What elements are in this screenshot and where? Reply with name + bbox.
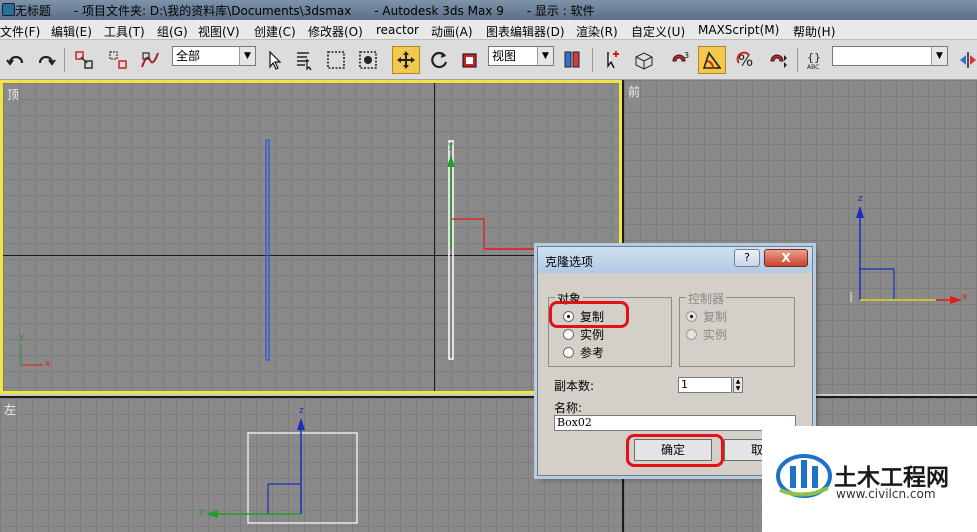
spinner-snap-toggle-icon[interactable]	[764, 46, 792, 74]
snap-toggle-3d-icon[interactable]: 3	[666, 46, 694, 74]
radio-instance[interactable]	[563, 328, 574, 340]
select-object-icon[interactable]	[260, 46, 288, 74]
menu-tools[interactable]: 工具(T)	[104, 23, 145, 40]
reference-coord-dropdown[interactable]: 视图 ▼	[488, 46, 554, 66]
select-and-move-icon[interactable]	[392, 46, 420, 74]
option-reference-label: 参考	[580, 345, 605, 360]
name-input[interactable]: Box02	[554, 415, 796, 431]
main-toolbar: 全部 ▼ 视图 ▼ 3 % {} ABC ▼	[0, 40, 977, 80]
undo-icon[interactable]	[2, 46, 30, 74]
menu-reactor[interactable]: reactor	[376, 23, 419, 37]
menu-modifiers[interactable]: 修改器(O)	[308, 23, 363, 40]
named-selection-dropdown[interactable]: ▼	[832, 46, 948, 66]
radio-ctrl-copy	[686, 310, 697, 322]
civilcn-logo-icon	[776, 454, 832, 498]
copies-spinner-field[interactable]: 1	[678, 377, 732, 393]
chevron-down-icon: ▼	[239, 47, 255, 65]
watermark-url: www.civilcn.com	[836, 487, 936, 501]
bind-to-space-warp-icon[interactable]	[136, 46, 164, 74]
option-instance[interactable]: 实例	[563, 326, 604, 342]
edit-named-selection-icon[interactable]: {} ABC	[802, 46, 830, 74]
select-and-scale-icon[interactable]	[456, 46, 484, 74]
highlight-copy-option	[549, 301, 629, 328]
redo-icon[interactable]	[32, 46, 60, 74]
top-viewport-scene	[20, 139, 551, 366]
menu-rendering[interactable]: 渲染(R)	[576, 23, 618, 40]
menu-file[interactable]: 文件(F)	[0, 23, 40, 40]
viewport-left[interactable]: 左 z y	[0, 396, 622, 532]
title-bar: 无标题 - 项目文件夹: D:\我的资料库\Documents\3dsmax -…	[0, 0, 977, 20]
svg-text:{}: {}	[807, 51, 821, 64]
toolbar-separator	[592, 48, 593, 72]
selection-filter-dropdown[interactable]: 全部 ▼	[172, 46, 256, 66]
select-and-link-icon[interactable]	[70, 46, 98, 74]
radio-ctrl-instance	[686, 328, 697, 340]
unlink-selection-icon[interactable]	[104, 46, 132, 74]
menu-help[interactable]: 帮助(H)	[793, 23, 835, 40]
gizmo-label-z: z	[299, 406, 304, 416]
close-button[interactable]: X	[764, 249, 808, 267]
percent-snap-toggle-icon[interactable]: %	[732, 46, 760, 74]
option-instance-label: 实例	[580, 327, 605, 342]
angle-snap-toggle-icon[interactable]	[698, 46, 726, 74]
name-label: 名称:	[554, 401, 583, 415]
menu-views[interactable]: 视图(V)	[198, 23, 240, 40]
select-and-rotate-icon[interactable]	[425, 46, 453, 74]
keyboard-shortcut-override-icon[interactable]	[630, 46, 658, 74]
window-title: 无标题 - 项目文件夹: D:\我的资料库\Documents\3dsmax -…	[15, 4, 595, 18]
window-crossing-icon[interactable]	[354, 46, 382, 74]
gizmo-label-y: y	[199, 507, 205, 517]
controller-group-title: 控制器	[686, 290, 727, 307]
viewport-top[interactable]: 顶 y x y x	[0, 80, 622, 394]
dialog-title-bar[interactable]: 克隆选项 ? X	[538, 247, 812, 273]
reference-coord-value: 视图	[492, 49, 517, 63]
ctrl-copy-label: 复制	[703, 309, 728, 324]
copies-spinner-arrows[interactable]: ▲ ▼	[733, 377, 743, 393]
menu-bar: 文件(F) 编辑(E) 工具(T) 组(G) 视图(V) 创建(C) 修改器(O…	[0, 20, 977, 40]
gizmo-label-z: z	[858, 194, 863, 204]
left-viewport-scene	[206, 418, 358, 524]
menu-edit[interactable]: 编辑(E)	[51, 23, 92, 40]
menu-animation[interactable]: 动画(A)	[431, 23, 473, 40]
mirror-icon[interactable]	[954, 46, 977, 74]
menu-maxscript[interactable]: MAXScript(M)	[698, 23, 779, 37]
toolbar-separator	[64, 48, 65, 72]
ctrl-instance-label: 实例	[703, 327, 728, 342]
use-pivot-center-icon[interactable]	[558, 46, 586, 74]
toolbar-separator	[797, 48, 798, 72]
radio-reference[interactable]	[563, 346, 574, 358]
rectangular-selection-icon[interactable]	[322, 46, 350, 74]
menu-customize[interactable]: 自定义(U)	[631, 23, 685, 40]
ctrl-option-instance: 实例	[686, 326, 727, 342]
chevron-down-icon: ▼	[931, 47, 947, 65]
ctrl-option-copy: 复制	[686, 308, 727, 324]
chevron-down-icon: ▼	[537, 47, 553, 65]
option-reference[interactable]: 参考	[563, 344, 604, 360]
select-and-manipulate-icon[interactable]	[598, 46, 626, 74]
menu-graph-editors[interactable]: 图表编辑器(D)	[486, 23, 565, 40]
highlight-ok-button	[626, 434, 724, 467]
gizmo-label-x: x	[962, 292, 968, 302]
selection-filter-value: 全部	[176, 49, 201, 63]
watermark: 土木工程网 www.civilcn.com	[762, 426, 977, 532]
axis-label-x: x	[45, 359, 51, 369]
copies-label: 副本数:	[554, 379, 595, 393]
help-button[interactable]: ?	[734, 249, 760, 267]
svg-text:ABC: ABC	[807, 64, 819, 71]
svg-text:3: 3	[684, 51, 689, 60]
gizmo-label-y: y	[448, 141, 454, 151]
controller-group: 控制器 复制 实例	[679, 290, 795, 367]
dialog-title: 克隆选项	[545, 255, 594, 269]
select-by-name-icon[interactable]	[290, 46, 318, 74]
3dsmax-app-icon	[2, 3, 15, 16]
axis-label-y: y	[19, 332, 25, 342]
menu-create[interactable]: 创建(C)	[254, 23, 296, 40]
menu-group[interactable]: 组(G)	[157, 23, 188, 40]
